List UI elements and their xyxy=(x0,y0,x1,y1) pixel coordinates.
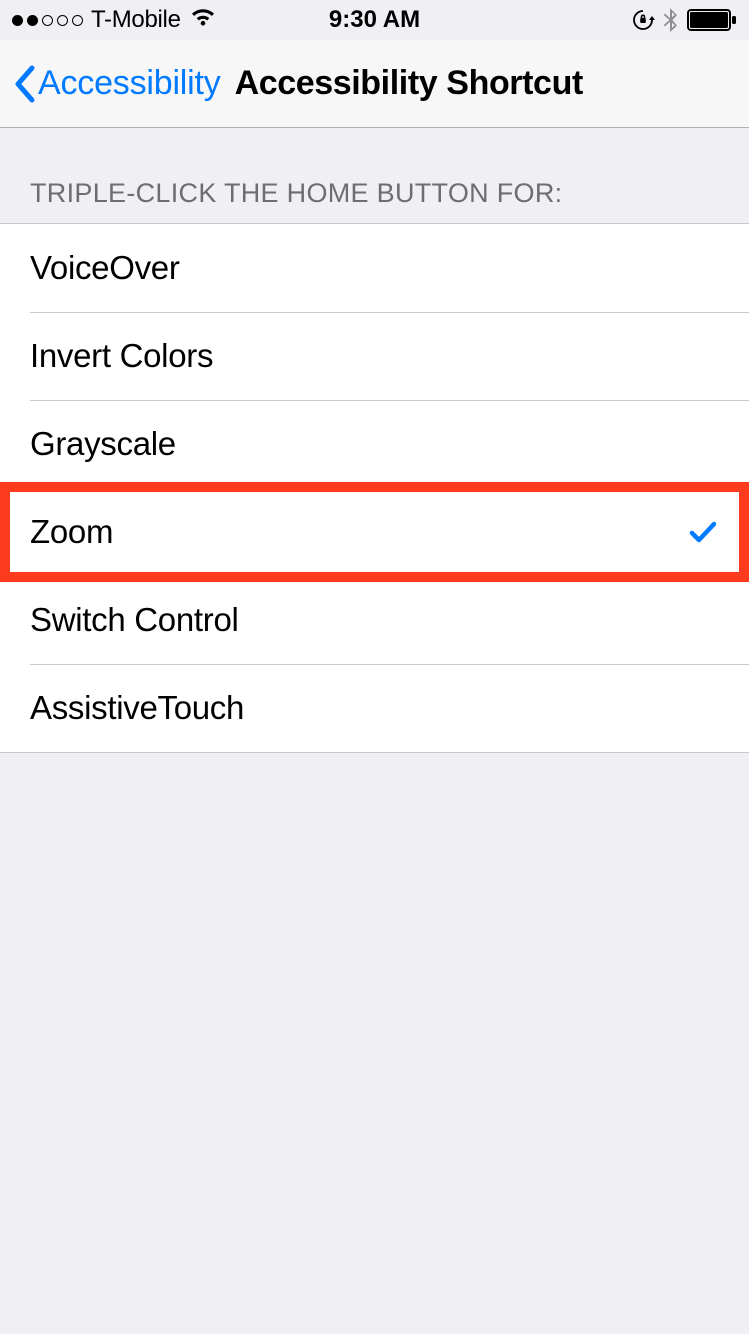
wifi-icon xyxy=(189,6,217,35)
status-right xyxy=(631,7,737,33)
back-label: Accessibility xyxy=(38,64,221,103)
signal-strength-icon xyxy=(12,15,83,26)
section-header: TRIPLE-CLICK THE HOME BUTTON FOR: xyxy=(0,128,749,223)
option-label: Zoom xyxy=(30,513,687,551)
option-switch-control[interactable]: Switch Control xyxy=(0,576,749,664)
option-label: AssistiveTouch xyxy=(30,689,719,727)
option-invert-colors[interactable]: Invert Colors xyxy=(0,312,749,400)
carrier-label: T-Mobile xyxy=(91,6,181,34)
clock: 9:30 AM xyxy=(329,6,420,34)
shortcut-options-list: VoiceOver Invert Colors Grayscale Zoom S… xyxy=(0,223,749,753)
option-label: Grayscale xyxy=(30,425,719,463)
option-voiceover[interactable]: VoiceOver xyxy=(0,224,749,312)
status-bar: T-Mobile 9:30 AM xyxy=(0,0,749,40)
option-label: VoiceOver xyxy=(30,249,719,287)
back-button[interactable]: Accessibility xyxy=(12,64,221,104)
page-title: Accessibility Shortcut xyxy=(235,64,583,103)
battery-icon xyxy=(687,9,737,31)
orientation-lock-icon xyxy=(631,8,655,32)
option-label: Invert Colors xyxy=(30,337,719,375)
navigation-bar: Accessibility Accessibility Shortcut xyxy=(0,40,749,128)
option-label: Switch Control xyxy=(30,601,719,639)
option-assistivetouch[interactable]: AssistiveTouch xyxy=(0,664,749,752)
option-zoom[interactable]: Zoom xyxy=(0,488,749,576)
checkmark-icon xyxy=(687,516,719,548)
option-grayscale[interactable]: Grayscale xyxy=(0,400,749,488)
chevron-left-icon xyxy=(12,64,36,104)
status-left: T-Mobile xyxy=(12,6,217,35)
bluetooth-icon xyxy=(663,7,679,33)
